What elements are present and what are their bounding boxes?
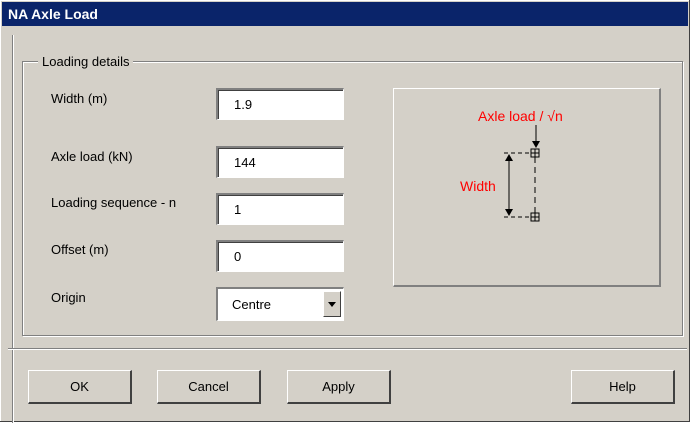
width-input[interactable]	[218, 90, 343, 119]
ok-button[interactable]: OK	[28, 370, 132, 404]
offset-field[interactable]	[216, 240, 344, 272]
axle-load-diagram-label: Axle load / √n	[478, 108, 563, 124]
offset-label: Offset (m)	[51, 242, 109, 257]
loading-sequence-input[interactable]	[218, 195, 343, 224]
loading-sequence-label: Loading sequence - n	[51, 195, 177, 210]
axle-load-input[interactable]	[218, 148, 343, 177]
right-margin	[690, 0, 694, 424]
width-label: Width (m)	[51, 91, 108, 106]
button-separator	[8, 348, 687, 350]
dimension-arrow-bottom	[505, 209, 513, 216]
loading-sequence-field[interactable]	[216, 193, 344, 225]
origin-label: Origin	[51, 290, 86, 305]
origin-select[interactable]: Centre	[216, 287, 344, 321]
help-button[interactable]: Help	[571, 370, 675, 404]
offset-input[interactable]	[218, 242, 343, 271]
chevron-down-icon	[328, 301, 336, 307]
left-edge-line	[12, 35, 14, 423]
dropdown-arrow-button[interactable]	[323, 291, 341, 317]
apply-button[interactable]: Apply	[287, 370, 391, 404]
window-title: NA Axle Load	[8, 6, 98, 22]
group-title: Loading details	[38, 54, 134, 69]
axle-load-label: Axle load (kN)	[51, 149, 133, 164]
width-diagram-label: Width	[460, 178, 496, 194]
cancel-button[interactable]: Cancel	[157, 370, 261, 404]
axle-diagram-panel: Axle load / √n Width	[393, 88, 661, 287]
axle-diagram: Axle load / √n Width	[460, 108, 563, 222]
axle-load-field[interactable]	[216, 146, 344, 178]
dialog-window: NA Axle Load Loading details Width (m) A…	[0, 0, 690, 423]
origin-selected-value: Centre	[232, 297, 272, 312]
title-bar: NA Axle Load	[2, 2, 688, 26]
load-arrow-head	[532, 141, 540, 148]
width-field[interactable]	[216, 88, 344, 120]
dimension-arrow-top	[505, 154, 513, 161]
